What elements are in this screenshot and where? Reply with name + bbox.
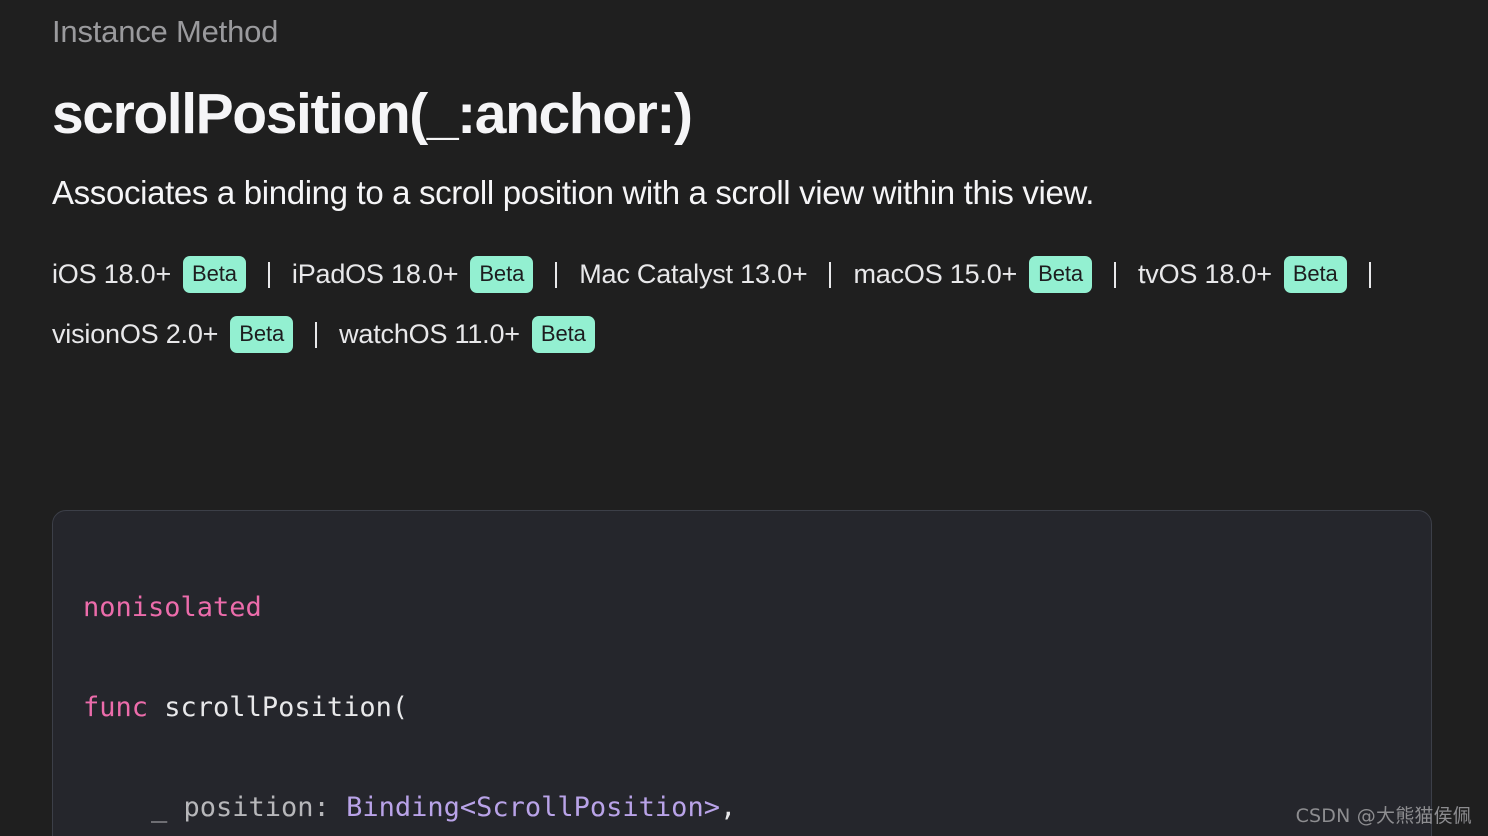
documentation-page: Instance Method scrollPosition(_:anchor:… bbox=[0, 0, 1488, 836]
availability-item-ipados: iPadOS 18.0+ Beta bbox=[291, 245, 534, 305]
beta-badge: Beta bbox=[470, 256, 534, 294]
page-eyebrow: Instance Method bbox=[52, 14, 279, 49]
declaration-code: nonisolated func scrollPosition( _ posit… bbox=[83, 533, 1401, 836]
availability-separator bbox=[267, 261, 270, 288]
beta-badge: Beta bbox=[183, 256, 246, 294]
code-line-2: func scrollPosition( bbox=[83, 683, 1401, 733]
platform-label: iPadOS 18.0+ bbox=[291, 259, 459, 290]
platform-label: visionOS 2.0+ bbox=[52, 319, 219, 350]
availability-separator bbox=[1368, 261, 1371, 288]
beta-badge: Beta bbox=[1283, 256, 1347, 294]
availability-separator bbox=[315, 321, 318, 348]
declaration-code-block: nonisolated func scrollPosition( _ posit… bbox=[52, 510, 1432, 836]
availability-separator bbox=[555, 261, 558, 288]
function-name: scrollPosition( bbox=[148, 692, 409, 723]
availability-item-visionos: visionOS 2.0+ Beta bbox=[52, 305, 294, 365]
keyword-nonisolated: nonisolated bbox=[83, 592, 262, 623]
watermark: CSDN @大熊猫侯佩 bbox=[1295, 805, 1472, 827]
platform-label: iOS 18.0+ bbox=[52, 259, 172, 290]
platform-label: Mac Catalyst 13.0+ bbox=[579, 259, 808, 290]
param-label-position: _ position: bbox=[151, 792, 347, 823]
availability-list: iOS 18.0+ Beta iPadOS 18.0+ Beta Mac Cat… bbox=[52, 245, 1436, 365]
platform-label: watchOS 11.0+ bbox=[339, 319, 520, 350]
platform-label: macOS 15.0+ bbox=[853, 259, 1018, 290]
availability-item-ios: iOS 18.0+ Beta bbox=[52, 245, 246, 305]
page-abstract: Associates a binding to a scroll positio… bbox=[52, 173, 1095, 211]
beta-badge: Beta bbox=[531, 316, 595, 354]
availability-item-mac-catalyst: Mac Catalyst 13.0+ bbox=[579, 245, 807, 305]
availability-separator bbox=[829, 261, 832, 288]
comma: , bbox=[719, 792, 737, 823]
availability-item-tvos: tvOS 18.0+ Beta bbox=[1138, 245, 1347, 305]
availability-item-watchos: watchOS 11.0+ Beta bbox=[339, 305, 595, 365]
page-title: scrollPosition(_:anchor:) bbox=[52, 82, 693, 146]
availability-item-macos: macOS 15.0+ Beta bbox=[853, 245, 1092, 305]
beta-badge: Beta bbox=[230, 316, 294, 354]
beta-badge: Beta bbox=[1029, 256, 1092, 294]
platform-label: tvOS 18.0+ bbox=[1137, 259, 1272, 290]
availability-separator bbox=[1113, 261, 1116, 288]
keyword-func: func bbox=[83, 692, 149, 723]
param-type-binding: Binding<ScrollPosition> bbox=[346, 792, 720, 823]
code-line-3: _ position: Binding<ScrollPosition>, bbox=[83, 783, 1401, 833]
code-line-1: nonisolated bbox=[83, 583, 1401, 633]
